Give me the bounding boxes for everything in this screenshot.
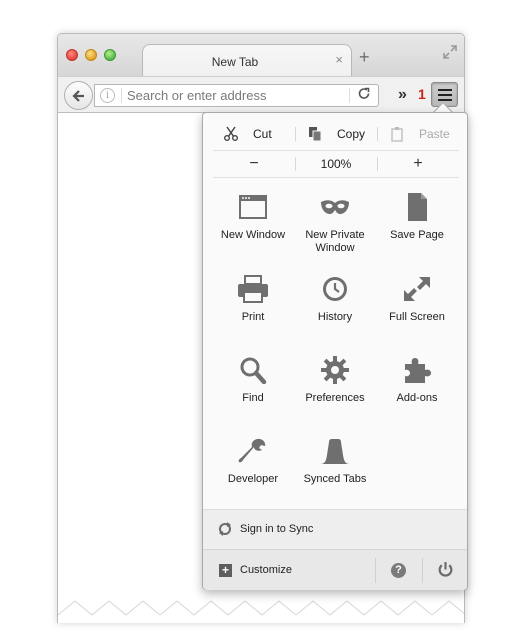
paste-button[interactable]: Paste: [379, 121, 459, 147]
save-page-button[interactable]: Save Page: [373, 193, 461, 273]
window-icon: [239, 195, 267, 219]
info-icon[interactable]: i: [100, 88, 115, 103]
fullscreen-icon: [404, 277, 430, 301]
print-label: Print: [241, 311, 265, 323]
tab-title: New Tab: [211, 55, 259, 69]
new-private-window-button[interactable]: New Private Window: [291, 193, 379, 273]
close-window-button[interactable]: [66, 49, 78, 61]
new-tab-button[interactable]: +: [359, 47, 370, 68]
new-window-button[interactable]: New Window: [209, 193, 297, 273]
panel-footer: + Customize ?: [203, 549, 467, 590]
cut-button[interactable]: Cut: [213, 121, 293, 147]
full-screen-button[interactable]: Full Screen: [373, 275, 461, 355]
help-icon[interactable]: ?: [391, 563, 406, 578]
edit-controls: Cut Copy Paste: [213, 121, 459, 147]
main-menu-panel: Cut Copy Paste − 100% + New Window New P…: [202, 112, 468, 590]
add-ons-button[interactable]: Add-ons: [373, 356, 461, 436]
zoom-out-button[interactable]: −: [213, 151, 295, 177]
synced-tabs-label: Synced Tabs: [303, 473, 367, 485]
zoom-reset-button[interactable]: 100%: [295, 151, 377, 177]
printer-icon: [238, 275, 268, 303]
zoom-in-button[interactable]: +: [377, 151, 459, 177]
new-private-window-label: New Private Window: [305, 229, 365, 254]
developer-button[interactable]: Developer: [209, 437, 297, 517]
customize-plus-icon[interactable]: +: [219, 564, 232, 577]
find-label: Find: [242, 392, 264, 404]
full-screen-label: Full Screen: [389, 311, 445, 323]
page-icon: [408, 193, 427, 221]
title-bar: New Tab × +: [58, 34, 464, 77]
mask-icon: [321, 200, 349, 214]
add-ons-label: Add-ons: [396, 392, 438, 404]
copy-label: Copy: [337, 127, 366, 141]
clock-icon: [323, 277, 347, 301]
find-button[interactable]: Find: [209, 356, 297, 436]
fullscreen-corner-icon[interactable]: [442, 44, 458, 64]
sync-icon: [218, 522, 232, 541]
reload-icon[interactable]: [357, 87, 371, 104]
history-label: History: [317, 311, 353, 323]
preferences-button[interactable]: Preferences: [291, 356, 379, 436]
scissors-icon: [223, 126, 239, 145]
gear-icon: [321, 356, 349, 384]
address-input[interactable]: [127, 87, 342, 104]
synced-tabs-button[interactable]: Synced Tabs: [291, 437, 379, 517]
tab-close-icon[interactable]: ×: [335, 52, 343, 67]
power-icon[interactable]: [437, 561, 454, 583]
preferences-label: Preferences: [305, 392, 365, 404]
customize-button[interactable]: Customize: [240, 564, 292, 576]
wrench-icon: [238, 438, 266, 463]
url-bar: i: [94, 84, 379, 107]
cut-label: Cut: [253, 127, 272, 141]
torn-edge: [58, 600, 464, 623]
zoom-window-button[interactable]: [104, 49, 116, 61]
copy-icon: [307, 126, 323, 145]
callout-number: 1: [418, 86, 426, 102]
navigation-toolbar: i » 1: [58, 76, 464, 113]
back-button[interactable]: [64, 81, 93, 110]
synced-tabs-icon: [320, 439, 350, 464]
history-button[interactable]: History: [291, 275, 379, 355]
copy-button[interactable]: Copy: [297, 121, 377, 147]
clipboard-icon: [389, 126, 405, 145]
overflow-chevron-icon[interactable]: »: [398, 86, 407, 104]
puzzle-icon: [405, 358, 431, 383]
minimize-window-button[interactable]: [85, 49, 97, 61]
paste-label: Paste: [419, 127, 450, 141]
developer-label: Developer: [227, 473, 279, 485]
save-page-label: Save Page: [390, 229, 444, 241]
tab-new-tab[interactable]: New Tab ×: [142, 44, 352, 77]
print-button[interactable]: Print: [209, 275, 297, 355]
zoom-controls: − 100% +: [213, 150, 459, 176]
sign-in-to-sync-button[interactable]: Sign in to Sync: [203, 509, 467, 549]
new-window-label: New Window: [220, 229, 286, 241]
sign-in-label: Sign in to Sync: [240, 523, 314, 535]
magnifier-icon: [240, 357, 267, 384]
